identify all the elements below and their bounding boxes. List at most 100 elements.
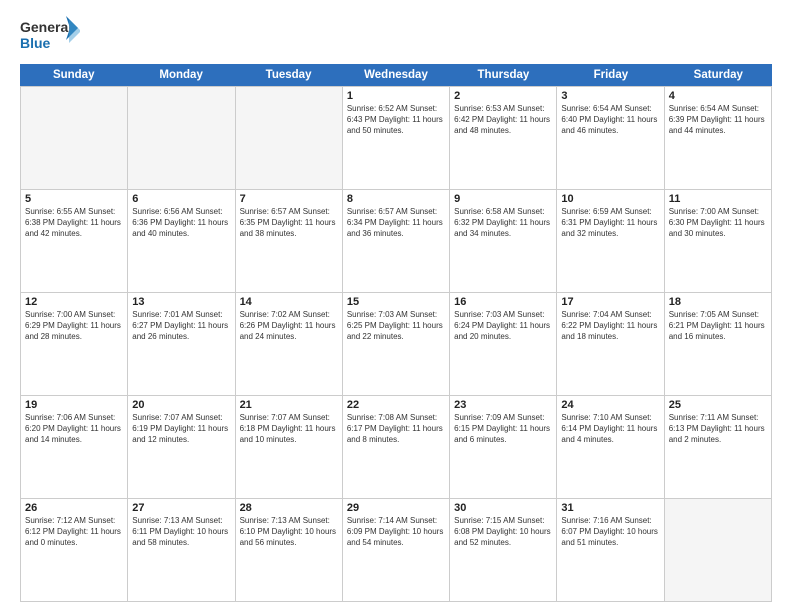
calendar-cell: 3 Sunrise: 6:54 AM Sunset: 6:40 PM Daylig… [557, 87, 664, 189]
weekday-header: Saturday [665, 64, 772, 86]
page: General Blue SundayMondayTuesdayWednesda… [0, 0, 792, 612]
calendar-cell: 17 Sunrise: 7:04 AM Sunset: 6:22 PM Dayli… [557, 293, 664, 395]
day-number: 17 [561, 296, 659, 308]
day-info: Sunrise: 6:56 AM Sunset: 6:36 PM Dayligh… [132, 207, 230, 239]
calendar-cell: 31Sunrise: 7:16 AM Sunset: 6:07 PM Dayli… [557, 499, 664, 601]
calendar-cell: 21 Sunrise: 7:07 AM Sunset: 6:18 PM Dayli… [236, 396, 343, 498]
calendar-cell: 7 Sunrise: 6:57 AM Sunset: 6:35 PM Daylig… [236, 190, 343, 292]
calendar-cell: 1 Sunrise: 6:52 AM Sunset: 6:43 PM Daylig… [343, 87, 450, 189]
day-number: 1 [347, 90, 445, 102]
calendar-cell: 8 Sunrise: 6:57 AM Sunset: 6:34 PM Daylig… [343, 190, 450, 292]
calendar-cell: 26Sunrise: 7:12 AM Sunset: 6:12 PM Dayli… [21, 499, 128, 601]
calendar-cell: 20 Sunrise: 7:07 AM Sunset: 6:19 PM Dayli… [128, 396, 235, 498]
day-number: 30 [454, 502, 552, 514]
calendar-cell: 14 Sunrise: 7:02 AM Sunset: 6:26 PM Dayli… [236, 293, 343, 395]
day-number: 27 [132, 502, 230, 514]
calendar-cell: 24 Sunrise: 7:10 AM Sunset: 6:14 PM Dayli… [557, 396, 664, 498]
calendar-cell [21, 87, 128, 189]
calendar-cell: 19 Sunrise: 7:06 AM Sunset: 6:20 PM Dayli… [21, 396, 128, 498]
day-info: Sunrise: 7:13 AM Sunset: 6:11 PM Dayligh… [132, 516, 230, 548]
weekday-header: Tuesday [235, 64, 342, 86]
weekday-header: Friday [557, 64, 664, 86]
day-number: 4 [669, 90, 767, 102]
day-info: Sunrise: 7:05 AM Sunset: 6:21 PM Dayligh… [669, 310, 767, 342]
day-number: 26 [25, 502, 123, 514]
day-info: Sunrise: 6:59 AM Sunset: 6:31 PM Dayligh… [561, 207, 659, 239]
calendar-cell: 10 Sunrise: 6:59 AM Sunset: 6:31 PM Dayli… [557, 190, 664, 292]
day-number: 21 [240, 399, 338, 411]
calendar-row: 12 Sunrise: 7:00 AM Sunset: 6:29 PM Dayli… [21, 292, 772, 395]
calendar-body: 1 Sunrise: 6:52 AM Sunset: 6:43 PM Daylig… [20, 86, 772, 602]
day-info: Sunrise: 6:57 AM Sunset: 6:34 PM Dayligh… [347, 207, 445, 239]
logo: General Blue [20, 16, 80, 54]
day-number: 9 [454, 193, 552, 205]
day-number: 28 [240, 502, 338, 514]
calendar-cell: 9 Sunrise: 6:58 AM Sunset: 6:32 PM Daylig… [450, 190, 557, 292]
day-info: Sunrise: 6:54 AM Sunset: 6:40 PM Dayligh… [561, 104, 659, 136]
day-info: Sunrise: 6:52 AM Sunset: 6:43 PM Dayligh… [347, 104, 445, 136]
svg-text:Blue: Blue [20, 35, 51, 51]
day-number: 31 [561, 502, 659, 514]
day-number: 5 [25, 193, 123, 205]
day-info: Sunrise: 7:00 AM Sunset: 6:29 PM Dayligh… [25, 310, 123, 342]
day-number: 7 [240, 193, 338, 205]
weekday-header: Wednesday [342, 64, 449, 86]
day-number: 2 [454, 90, 552, 102]
calendar-cell: 13 Sunrise: 7:01 AM Sunset: 6:27 PM Dayli… [128, 293, 235, 395]
calendar-row: 19 Sunrise: 7:06 AM Sunset: 6:20 PM Dayli… [21, 395, 772, 498]
day-number: 13 [132, 296, 230, 308]
day-number: 25 [669, 399, 767, 411]
day-number: 24 [561, 399, 659, 411]
calendar-row: 5 Sunrise: 6:55 AM Sunset: 6:38 PM Daylig… [21, 189, 772, 292]
calendar-cell: 25 Sunrise: 7:11 AM Sunset: 6:13 PM Dayli… [665, 396, 772, 498]
calendar-cell: 2 Sunrise: 6:53 AM Sunset: 6:42 PM Daylig… [450, 87, 557, 189]
weekday-header: Monday [127, 64, 234, 86]
day-info: Sunrise: 7:07 AM Sunset: 6:19 PM Dayligh… [132, 413, 230, 445]
day-number: 10 [561, 193, 659, 205]
calendar: SundayMondayTuesdayWednesdayThursdayFrid… [20, 64, 772, 602]
day-info: Sunrise: 7:04 AM Sunset: 6:22 PM Dayligh… [561, 310, 659, 342]
day-info: Sunrise: 7:08 AM Sunset: 6:17 PM Dayligh… [347, 413, 445, 445]
day-info: Sunrise: 7:03 AM Sunset: 6:25 PM Dayligh… [347, 310, 445, 342]
calendar-cell: 23Sunrise: 7:09 AM Sunset: 6:15 PM Dayli… [450, 396, 557, 498]
day-info: Sunrise: 7:11 AM Sunset: 6:13 PM Dayligh… [669, 413, 767, 445]
day-info: Sunrise: 7:03 AM Sunset: 6:24 PM Dayligh… [454, 310, 552, 342]
day-number: 19 [25, 399, 123, 411]
calendar-cell: 11Sunrise: 7:00 AM Sunset: 6:30 PM Dayli… [665, 190, 772, 292]
day-info: Sunrise: 7:15 AM Sunset: 6:08 PM Dayligh… [454, 516, 552, 548]
logo-svg: General Blue [20, 16, 80, 54]
day-number: 12 [25, 296, 123, 308]
day-info: Sunrise: 6:57 AM Sunset: 6:35 PM Dayligh… [240, 207, 338, 239]
day-info: Sunrise: 7:06 AM Sunset: 6:20 PM Dayligh… [25, 413, 123, 445]
calendar-cell: 27 Sunrise: 7:13 AM Sunset: 6:11 PM Dayli… [128, 499, 235, 601]
calendar-row: 1 Sunrise: 6:52 AM Sunset: 6:43 PM Daylig… [21, 86, 772, 189]
day-info: Sunrise: 6:58 AM Sunset: 6:32 PM Dayligh… [454, 207, 552, 239]
calendar-cell: 15Sunrise: 7:03 AM Sunset: 6:25 PM Dayli… [343, 293, 450, 395]
day-info: Sunrise: 7:01 AM Sunset: 6:27 PM Dayligh… [132, 310, 230, 342]
header: General Blue [20, 16, 772, 54]
day-number: 11 [669, 193, 767, 205]
day-info: Sunrise: 7:14 AM Sunset: 6:09 PM Dayligh… [347, 516, 445, 548]
day-number: 14 [240, 296, 338, 308]
calendar-cell: 29 Sunrise: 7:14 AM Sunset: 6:09 PM Dayli… [343, 499, 450, 601]
day-info: Sunrise: 7:10 AM Sunset: 6:14 PM Dayligh… [561, 413, 659, 445]
day-info: Sunrise: 7:02 AM Sunset: 6:26 PM Dayligh… [240, 310, 338, 342]
day-number: 20 [132, 399, 230, 411]
day-number: 8 [347, 193, 445, 205]
calendar-cell [128, 87, 235, 189]
day-info: Sunrise: 6:53 AM Sunset: 6:42 PM Dayligh… [454, 104, 552, 136]
day-info: Sunrise: 6:55 AM Sunset: 6:38 PM Dayligh… [25, 207, 123, 239]
calendar-cell: 16Sunrise: 7:03 AM Sunset: 6:24 PM Dayli… [450, 293, 557, 395]
day-info: Sunrise: 7:07 AM Sunset: 6:18 PM Dayligh… [240, 413, 338, 445]
svg-text:General: General [20, 19, 72, 35]
day-number: 3 [561, 90, 659, 102]
calendar-cell: 28Sunrise: 7:13 AM Sunset: 6:10 PM Dayli… [236, 499, 343, 601]
calendar-cell [665, 499, 772, 601]
calendar-cell: 5 Sunrise: 6:55 AM Sunset: 6:38 PM Daylig… [21, 190, 128, 292]
weekday-header: Thursday [450, 64, 557, 86]
day-info: Sunrise: 6:54 AM Sunset: 6:39 PM Dayligh… [669, 104, 767, 136]
day-number: 22 [347, 399, 445, 411]
calendar-header: SundayMondayTuesdayWednesdayThursdayFrid… [20, 64, 772, 86]
day-number: 23 [454, 399, 552, 411]
day-number: 29 [347, 502, 445, 514]
